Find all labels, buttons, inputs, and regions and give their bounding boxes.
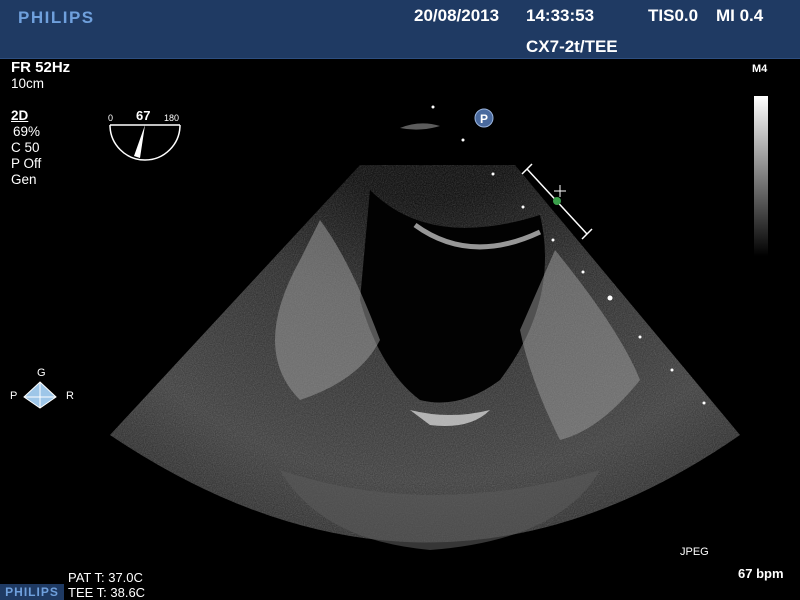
grayscale-bar xyxy=(754,96,768,256)
persistence-label: P Off xyxy=(11,156,42,171)
compression-label: C 50 xyxy=(11,140,40,155)
patient-temp-label: PAT T: 37.0C xyxy=(68,570,143,585)
frame-rate-label: FR 52Hz xyxy=(11,59,71,76)
heart-rate-label: 67 bpm xyxy=(738,566,784,581)
depth-label: 10cm xyxy=(11,76,45,91)
svg-text:R: R xyxy=(66,390,74,402)
svg-text:180: 180 xyxy=(164,113,179,123)
gain-label: 69% xyxy=(13,124,41,139)
preset-label: Gen xyxy=(11,172,37,187)
svg-text:67: 67 xyxy=(136,108,150,123)
svg-text:0: 0 xyxy=(108,113,113,123)
focus-marker-icon: P xyxy=(474,108,494,128)
svg-text:G: G xyxy=(37,367,46,379)
mode-label: 2D xyxy=(11,108,29,123)
format-label: JPEG xyxy=(680,546,709,558)
footer-brand-logo: PHILIPS xyxy=(0,584,64,600)
orientation-marker: G P R xyxy=(10,367,74,409)
angle-indicator: 0 67 180 xyxy=(108,108,181,161)
svg-text:P: P xyxy=(480,112,488,126)
svg-text:P: P xyxy=(10,390,17,402)
ultrasound-image: P 0 67 180 G P R xyxy=(10,105,740,550)
tee-temp-label: TEE T: 38.6C xyxy=(68,585,146,600)
map-label: M4 xyxy=(752,63,768,75)
